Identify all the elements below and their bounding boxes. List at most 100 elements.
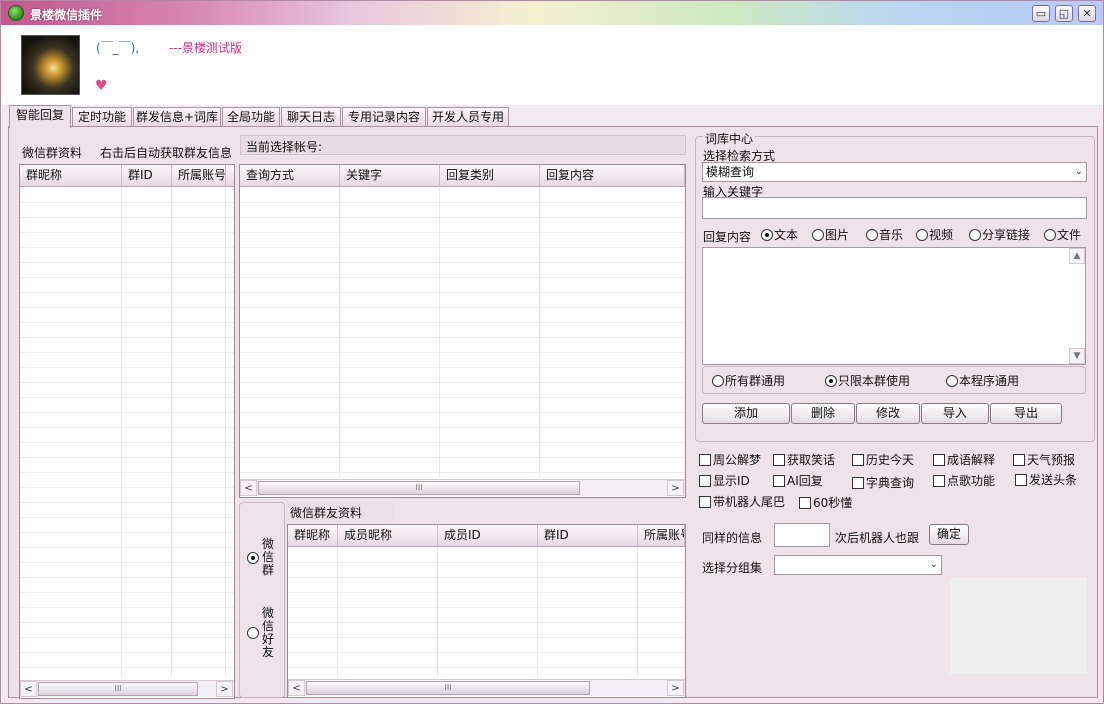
radio-wechat-friend[interactable] xyxy=(247,626,260,640)
checkbox-label: 带机器人尾巴 xyxy=(713,495,786,509)
restore-button[interactable]: ◱ xyxy=(1055,5,1073,22)
close-button[interactable]: ✕ xyxy=(1078,5,1096,22)
minimize-button[interactable]: ▭ xyxy=(1032,5,1050,22)
horizontal-scrollbar[interactable]: < III > xyxy=(20,680,234,697)
radio-reply-video[interactable]: 视频 xyxy=(916,228,953,242)
radio-dot xyxy=(247,627,259,639)
tab-developer[interactable]: 开发人员专用 xyxy=(427,107,509,127)
radio-label: 图片 xyxy=(825,228,850,242)
column-header[interactable]: 群昵称 xyxy=(20,165,122,187)
divider xyxy=(539,187,540,477)
checkbox xyxy=(699,454,711,466)
scroll-right-button[interactable]: > xyxy=(216,681,233,697)
divider xyxy=(537,547,538,677)
group-set-select[interactable]: ⌄ xyxy=(774,555,942,575)
keyword-table[interactable]: 查询方式 关键字 回复类别 回复内容 < III > xyxy=(239,164,686,498)
app-icon xyxy=(8,5,24,21)
radio-label: 分享链接 xyxy=(982,228,1031,242)
check-show-id[interactable]: 显示ID xyxy=(699,474,750,488)
checkbox-label: 点歌功能 xyxy=(947,474,996,488)
radio-dot xyxy=(761,229,773,241)
radio-label: 本程序通用 xyxy=(959,374,1020,388)
scroll-down-button[interactable]: ▼ xyxy=(1069,348,1085,364)
tab-timer[interactable]: 定时功能 xyxy=(72,107,132,127)
export-button[interactable]: 导出 xyxy=(990,403,1062,424)
check-weather[interactable]: 天气预报 xyxy=(1013,453,1075,467)
tab-chat-log[interactable]: 聊天日志 xyxy=(281,107,341,127)
check-song[interactable]: 点歌功能 xyxy=(933,474,995,488)
check-60s[interactable]: 60秒懂 xyxy=(799,496,852,510)
tab-records[interactable]: 专用记录内容 xyxy=(342,107,426,127)
radio-dot xyxy=(825,375,837,387)
scroll-left-button[interactable]: < xyxy=(288,680,305,696)
divider xyxy=(437,547,438,677)
check-ai-reply[interactable]: AI回复 xyxy=(773,474,823,488)
radio-scope-program[interactable]: 本程序通用 xyxy=(946,374,1019,388)
checkbox-label: 字典查询 xyxy=(866,476,915,490)
radio-scope-all-groups[interactable]: 所有群通用 xyxy=(712,374,785,388)
heart-icon: ♥ xyxy=(95,78,108,94)
confirm-button[interactable]: 确定 xyxy=(929,524,969,545)
radio-wechat-group[interactable] xyxy=(247,551,260,565)
radio-reply-image[interactable]: 图片 xyxy=(812,228,849,242)
follow-count-input[interactable] xyxy=(774,523,830,547)
search-mode-select[interactable]: 模糊查询 ⌄ xyxy=(702,162,1087,182)
scroll-thumb[interactable]: III xyxy=(306,681,590,695)
column-header[interactable]: 群ID xyxy=(538,525,638,547)
current-account-label: 当前选择帐号: xyxy=(246,140,323,154)
group-table[interactable]: 群昵称 群ID 所属账号 < III > xyxy=(19,164,235,699)
keyword-input[interactable] xyxy=(702,197,1087,219)
scroll-up-button[interactable]: ▲ xyxy=(1069,248,1085,264)
scroll-thumb[interactable]: III xyxy=(38,682,198,696)
radio-reply-file[interactable]: 文件 xyxy=(1044,228,1081,242)
check-robot-tail[interactable]: 带机器人尾巴 xyxy=(699,495,785,509)
column-header[interactable]: 关键字 xyxy=(340,165,440,187)
radio-scope-this-group[interactable]: 只限本群使用 xyxy=(825,374,910,388)
checkbox-label: 60秒懂 xyxy=(813,496,853,510)
radio-wechat-friend-label: 微信好友 xyxy=(262,606,275,659)
check-headlines[interactable]: 发送头条 xyxy=(1015,473,1077,487)
column-header[interactable]: 成员昵称 xyxy=(338,525,438,547)
radio-dot xyxy=(812,229,824,241)
checkbox-label: 成语解释 xyxy=(947,453,996,467)
scroll-right-button[interactable]: > xyxy=(667,480,684,496)
delete-button[interactable]: 删除 xyxy=(791,403,855,424)
check-history-today[interactable]: 历史今天 xyxy=(852,453,914,467)
column-header[interactable]: 查询方式 xyxy=(240,165,340,187)
check-jokes[interactable]: 获取笑话 xyxy=(773,453,835,467)
column-header[interactable]: 所属账号 xyxy=(638,525,685,547)
column-header[interactable]: 群昵称 xyxy=(288,525,338,547)
radio-reply-share-link[interactable]: 分享链接 xyxy=(969,228,1030,242)
scroll-left-button[interactable]: < xyxy=(20,681,37,697)
radio-wechat-group-label: 微信群 xyxy=(262,537,275,577)
column-header[interactable]: 回复类别 xyxy=(440,165,540,187)
radio-reply-text[interactable]: 文本 xyxy=(761,228,798,242)
radio-reply-music[interactable]: 音乐 xyxy=(866,228,903,242)
radio-label: 音乐 xyxy=(879,228,904,242)
column-header[interactable]: 所属账号 xyxy=(172,165,226,187)
tab-broadcast[interactable]: 群发信息+词库 xyxy=(133,107,221,127)
add-button[interactable]: 添加 xyxy=(702,403,790,424)
horizontal-scrollbar[interactable]: < III > xyxy=(240,479,685,496)
tab-global[interactable]: 全局功能 xyxy=(222,107,280,127)
edit-button[interactable]: 修改 xyxy=(856,403,920,424)
check-dream-interpretation[interactable]: 周公解梦 xyxy=(699,453,761,467)
column-header[interactable]: 成员ID xyxy=(438,525,538,547)
follow-label-before: 同样的信息 xyxy=(702,531,763,545)
check-dictionary[interactable]: 字典查询 xyxy=(852,476,914,490)
scroll-right-button[interactable]: > xyxy=(667,680,684,696)
scroll-left-button[interactable]: < xyxy=(240,480,257,496)
column-header[interactable]: 群ID xyxy=(122,165,172,187)
member-table[interactable]: 群昵称 成员昵称 成员ID 群ID 所属账号 < III > xyxy=(287,524,686,698)
reply-content-textarea[interactable]: ▲ ▼ xyxy=(702,247,1086,365)
title-bar[interactable]: 景楼微信插件 ▭ ◱ ✕ xyxy=(1,1,1103,25)
checkbox xyxy=(933,454,945,466)
checkbox xyxy=(933,475,945,487)
horizontal-scrollbar[interactable]: < III > xyxy=(288,679,685,696)
scroll-thumb[interactable]: III xyxy=(258,481,580,495)
tab-smart-reply[interactable]: 智能回复 xyxy=(9,105,71,128)
column-header[interactable]: 回复内容 xyxy=(540,165,685,187)
import-button[interactable]: 导入 xyxy=(921,403,989,424)
divider xyxy=(339,187,340,477)
check-idiom[interactable]: 成语解释 xyxy=(933,453,995,467)
